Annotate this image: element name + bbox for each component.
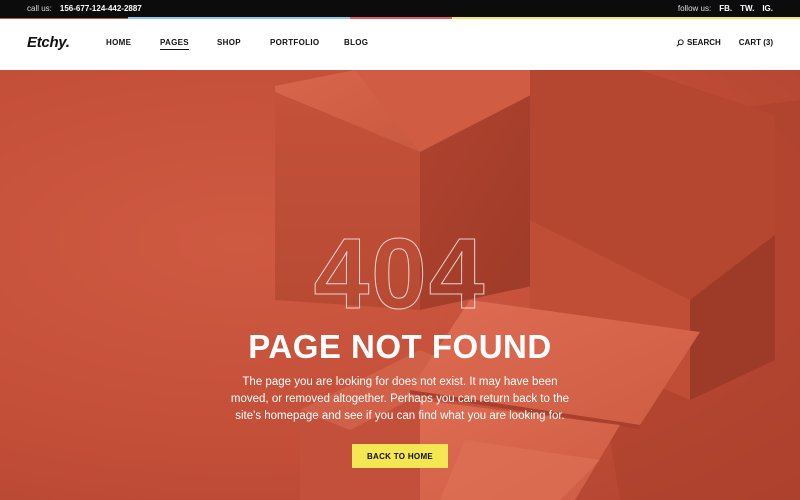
top-bar: call us: 156-677-124-442-2887 follow us: F…: [0, 0, 800, 18]
follow-label: follow us:: [677, 4, 712, 13]
phone-link[interactable]: 156-677-124-442-2887: [60, 4, 142, 13]
back-to-home-button[interactable]: BACK TO HOME: [352, 444, 448, 468]
social-links: follow us: FB. TW. IG.: [678, 4, 773, 13]
page-title: PAGE NOT FOUND: [248, 328, 552, 365]
menu-item-portfolio[interactable]: PORTFOLIO: [270, 38, 344, 47]
menu-item-pages[interactable]: PAGES: [160, 38, 217, 50]
search-icon: [676, 38, 684, 47]
main-header: Etchy. HOME PAGES SHOP PORTFOLIO BLOG SE…: [0, 19, 800, 70]
menu-item-blog[interactable]: BLOG: [344, 38, 384, 47]
hero-section: 404 PAGE NOT FOUND The page you are look…: [0, 70, 800, 500]
error-description: The page you are looking for does not ex…: [230, 376, 570, 422]
error-code: 404: [313, 218, 487, 330]
call-label: call us:: [27, 4, 52, 13]
menu-item-shop[interactable]: SHOP: [217, 38, 270, 47]
site-logo[interactable]: Etchy.: [27, 34, 70, 51]
search-label: SEARCH: [687, 38, 721, 47]
social-instagram-link[interactable]: IG.: [762, 4, 773, 13]
cart-button[interactable]: CART (3): [739, 38, 773, 47]
menu-item-home[interactable]: HOME: [106, 38, 160, 47]
search-button[interactable]: SEARCH: [676, 38, 721, 47]
header-actions: SEARCH CART (3): [676, 38, 773, 47]
social-twitter-link[interactable]: TW.: [740, 4, 754, 13]
social-facebook-link[interactable]: FB.: [719, 4, 732, 13]
main-menu: HOME PAGES SHOP PORTFOLIO BLOG: [106, 38, 384, 50]
contact-info: call us: 156-677-124-442-2887: [27, 4, 142, 13]
